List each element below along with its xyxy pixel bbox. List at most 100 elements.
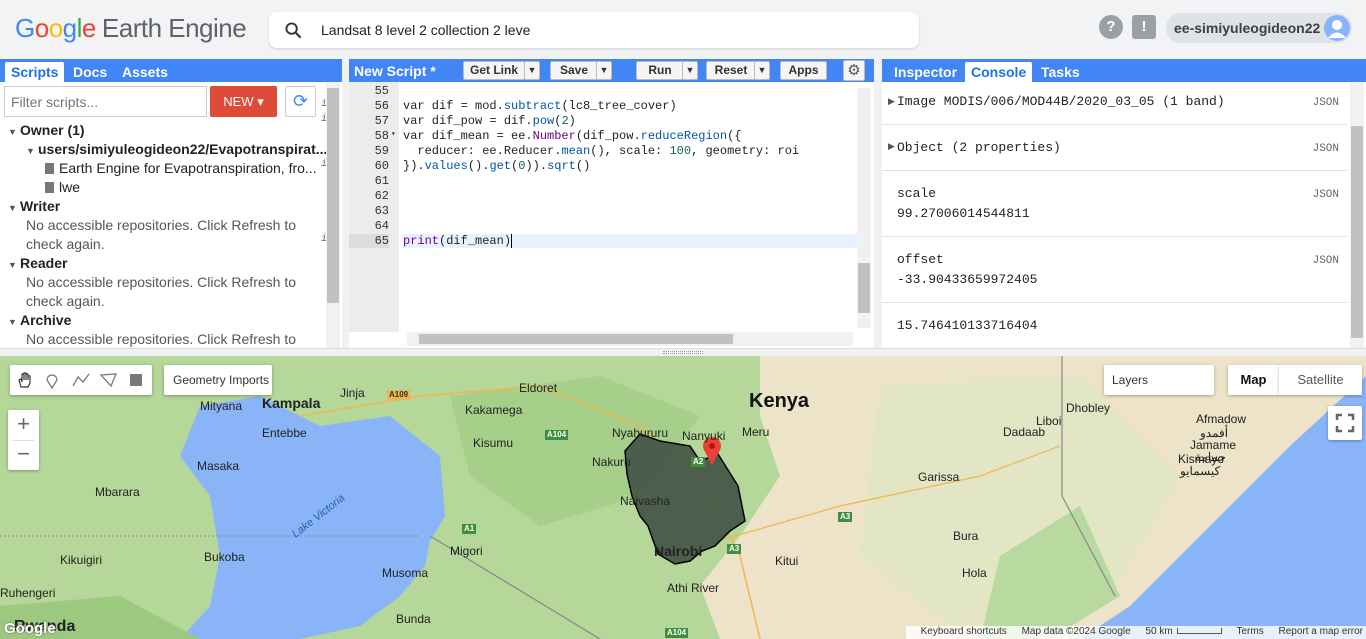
tab-scripts[interactable]: Scripts <box>5 62 65 82</box>
geometry-imports-button[interactable]: Geometry Imports <box>164 365 272 395</box>
json-link[interactable]: JSON <box>1313 189 1339 201</box>
line-number: 55 <box>374 84 389 98</box>
empty-message: No accessible repositories. Click Refres… <box>26 331 296 347</box>
tab-tasks[interactable]: Tasks <box>1035 62 1086 82</box>
map-canvas[interactable]: Kenya Kampala Entebbe Mityana Jinja Eldo… <box>0 356 1366 639</box>
json-link[interactable]: JSON <box>1313 97 1339 109</box>
json-link[interactable]: JSON <box>1313 143 1339 155</box>
tree-archive[interactable]: ▼ Archive <box>8 312 71 328</box>
map-label-city: Nairobi <box>654 543 703 559</box>
map-splitter[interactable] <box>0 348 1366 356</box>
scrollbar-thumb[interactable] <box>858 263 870 313</box>
terms-link[interactable]: Terms <box>1237 626 1264 637</box>
save-button[interactable]: Save <box>550 61 598 80</box>
search-box[interactable] <box>269 12 919 48</box>
refresh-icon[interactable]: ⟳ <box>285 86 316 117</box>
tree-file[interactable]: Earth Engine for Evapotranspiration, fro… <box>45 160 317 176</box>
new-button[interactable]: NEW ▾ <box>210 86 277 117</box>
zoom-control: + − <box>8 410 39 470</box>
tree-repo[interactable]: ▼ users/simiyuleogideon22/Evapotranspirat… <box>26 141 327 157</box>
scrollbar-thumb[interactable] <box>1351 126 1363 338</box>
save-dropdown-icon[interactable]: ▼ <box>596 61 612 80</box>
panel-splitter[interactable] <box>342 59 349 348</box>
code-editor[interactable]: 55 i 56 i 57 58 ▾ 59 i 60 61 62 63 64 i 65 va… <box>321 82 874 348</box>
code-line: }).values().get(0)).sqrt() <box>403 159 591 173</box>
expand-triangle-icon[interactable]: ▶ <box>888 141 895 152</box>
console-entry-value: 15.746410133716404 <box>897 318 1038 333</box>
line-number: 59 <box>374 144 389 158</box>
console-scrollbar[interactable] <box>1350 82 1364 348</box>
tab-inspector[interactable]: Inspector <box>888 62 963 82</box>
layers-button[interactable]: Layers <box>1104 365 1214 395</box>
line-icon[interactable] <box>72 372 90 388</box>
editor-vertical-scrollbar[interactable] <box>857 88 871 328</box>
console-entry-value: 99.27006014544811 <box>897 206 1030 221</box>
scripts-scrollbar[interactable] <box>326 82 340 348</box>
console-entry: scale 99.27006014544811 JSON <box>882 171 1347 237</box>
tree-owner[interactable]: ▼ Owner (1) <box>8 122 85 138</box>
polygon-icon[interactable] <box>100 372 118 388</box>
tree-writer-label: Writer <box>20 198 61 214</box>
avatar[interactable] <box>1324 15 1350 41</box>
console-entry-text: Image MODIS/006/MOD44B/2020_03_05 (1 ban… <box>897 94 1225 109</box>
search-icon <box>285 22 302 39</box>
tab-console[interactable]: Console <box>965 62 1033 82</box>
map-label-city: Entebbe <box>262 426 307 440</box>
point-icon[interactable] <box>44 371 60 389</box>
tab-docs[interactable]: Docs <box>67 62 113 82</box>
map-type-map-button[interactable]: Map <box>1228 365 1279 395</box>
earth-engine-logo[interactable]: Google Earth Engine <box>15 13 247 44</box>
fullscreen-icon[interactable] <box>1328 406 1362 440</box>
panel-splitter[interactable] <box>874 59 882 348</box>
editor-horizontal-scrollbar[interactable] <box>407 332 853 346</box>
filter-scripts-input[interactable] <box>4 86 207 117</box>
tab-assets[interactable]: Assets <box>116 62 174 82</box>
run-dropdown-icon[interactable]: ▼ <box>682 61 698 80</box>
reset-button[interactable]: Reset <box>706 61 756 80</box>
info-icon: i <box>321 159 328 170</box>
tree-repo-label: users/simiyuleogideon22/Evapotranspirat.… <box>38 141 328 157</box>
logo-product: Earth Engine <box>101 13 247 43</box>
json-link[interactable]: JSON <box>1313 255 1339 267</box>
console-entry[interactable]: ▶ Image MODIS/006/MOD44B/2020_03_05 (1 b… <box>882 82 1347 125</box>
run-button[interactable]: Run <box>636 61 684 80</box>
keyboard-shortcuts-link[interactable]: Keyboard shortcuts <box>921 626 1007 637</box>
map-type-satellite-button[interactable]: Satellite <box>1279 365 1362 395</box>
tree-file[interactable]: lwe <box>45 179 80 195</box>
line-number: 58 ▾ <box>374 129 396 143</box>
zoom-in-button[interactable]: + <box>8 410 39 440</box>
map-label-city: Liboi <box>1036 414 1062 428</box>
get-link-button[interactable]: Get Link <box>463 61 525 80</box>
map-label-city: Garissa <box>918 470 960 484</box>
report-error-link[interactable]: Report a map error <box>1279 626 1363 637</box>
tree-reader[interactable]: ▼ Reader <box>8 255 67 271</box>
drag-handle-icon[interactable] <box>663 351 703 354</box>
zoom-out-button[interactable]: − <box>8 440 39 470</box>
expand-triangle-icon[interactable]: ▶ <box>888 96 895 107</box>
account-chip[interactable]: ee-simiyuleogideon22 <box>1166 13 1352 43</box>
get-link-dropdown-icon[interactable]: ▼ <box>524 61 540 80</box>
tree-file-label: Earth Engine for Evapotranspiration, fro… <box>59 160 317 176</box>
search-input[interactable] <box>321 20 901 40</box>
fold-arrow-icon[interactable]: ▾ <box>391 129 396 139</box>
scrollbar-thumb[interactable] <box>327 88 339 303</box>
console-entry[interactable]: ▶ Object (2 properties) JSON <box>882 125 1347 171</box>
header: GoogleEarth Engine ? ! ee-simiyuleogideo… <box>0 0 1366 59</box>
scrollbar-thumb[interactable] <box>419 334 733 344</box>
map-label-city: Mityana <box>200 399 243 413</box>
apps-button[interactable]: Apps <box>780 61 827 80</box>
script-title[interactable]: New Script * <box>354 63 436 79</box>
rectangle-icon[interactable] <box>128 372 144 388</box>
map-label-city: Bukoba <box>204 550 245 564</box>
help-icon[interactable]: ? <box>1099 15 1123 39</box>
line-number: 63 <box>374 204 389 218</box>
reset-dropdown-icon[interactable]: ▼ <box>754 61 770 80</box>
map-label-city: Kikuigiri <box>60 553 103 567</box>
tree-writer[interactable]: ▼ Writer <box>8 198 60 214</box>
collapse-triangle-icon: ▼ <box>8 317 17 327</box>
code-line-active: print(dif_mean)​ <box>403 234 858 248</box>
gear-icon[interactable]: ⚙ <box>843 60 865 81</box>
hand-icon[interactable] <box>16 371 34 389</box>
feedback-icon[interactable]: ! <box>1132 15 1156 39</box>
scale-bar[interactable]: 50 km <box>1145 626 1222 637</box>
